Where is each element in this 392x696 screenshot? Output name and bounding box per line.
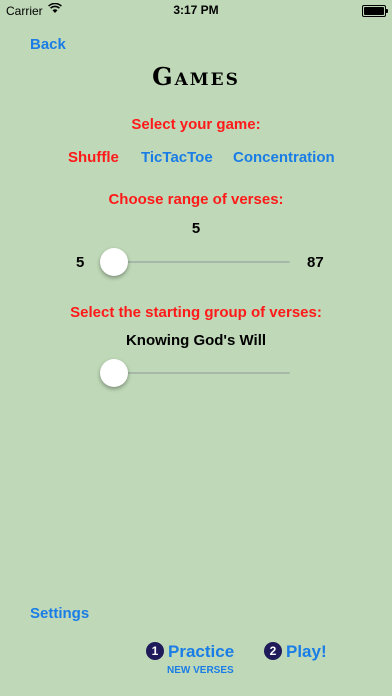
range-slider-thumb[interactable] [100, 248, 128, 276]
range-max-label: 87 [307, 254, 324, 271]
play-number-badge: 2 [264, 642, 282, 660]
game-option-shuffle[interactable]: Shuffle [68, 149, 119, 166]
game-select-prompt: Select your game: [131, 116, 261, 133]
practice-label: Practice [168, 642, 235, 661]
group-current: Knowing God's Will [125, 332, 267, 349]
settings-button[interactable]: Settings [30, 605, 89, 622]
page-title: Games [152, 62, 240, 91]
play-label: Play! [286, 642, 327, 661]
game-option-tictactoe[interactable]: TicTacToe [141, 149, 213, 166]
battery-icon [362, 5, 388, 17]
back-button[interactable]: Back [30, 36, 66, 53]
status-time: 3:17 PM [173, 3, 219, 17]
range-slider[interactable] [100, 247, 290, 277]
play-button[interactable]: 2 Play! [264, 642, 327, 662]
range-slider-track [100, 261, 290, 263]
group-slider-track [100, 372, 290, 374]
range-prompt: Choose range of verses: [108, 191, 284, 208]
range-min-label: 5 [76, 254, 85, 271]
group-prompt: Select the starting group of verses: [70, 304, 322, 321]
game-options: Shuffle TicTacToe Concentration [0, 149, 392, 169]
group-slider[interactable] [100, 358, 290, 388]
status-bar: Carrier 3:17 PM [0, 0, 392, 20]
practice-button[interactable]: 1 Practice [146, 642, 234, 662]
game-option-concentration[interactable]: Concentration [233, 149, 335, 166]
range-value: 5 [191, 220, 201, 237]
practice-subtitle: NEW VERSES [167, 665, 234, 676]
practice-number-badge: 1 [146, 642, 164, 660]
group-slider-thumb[interactable] [100, 359, 128, 387]
